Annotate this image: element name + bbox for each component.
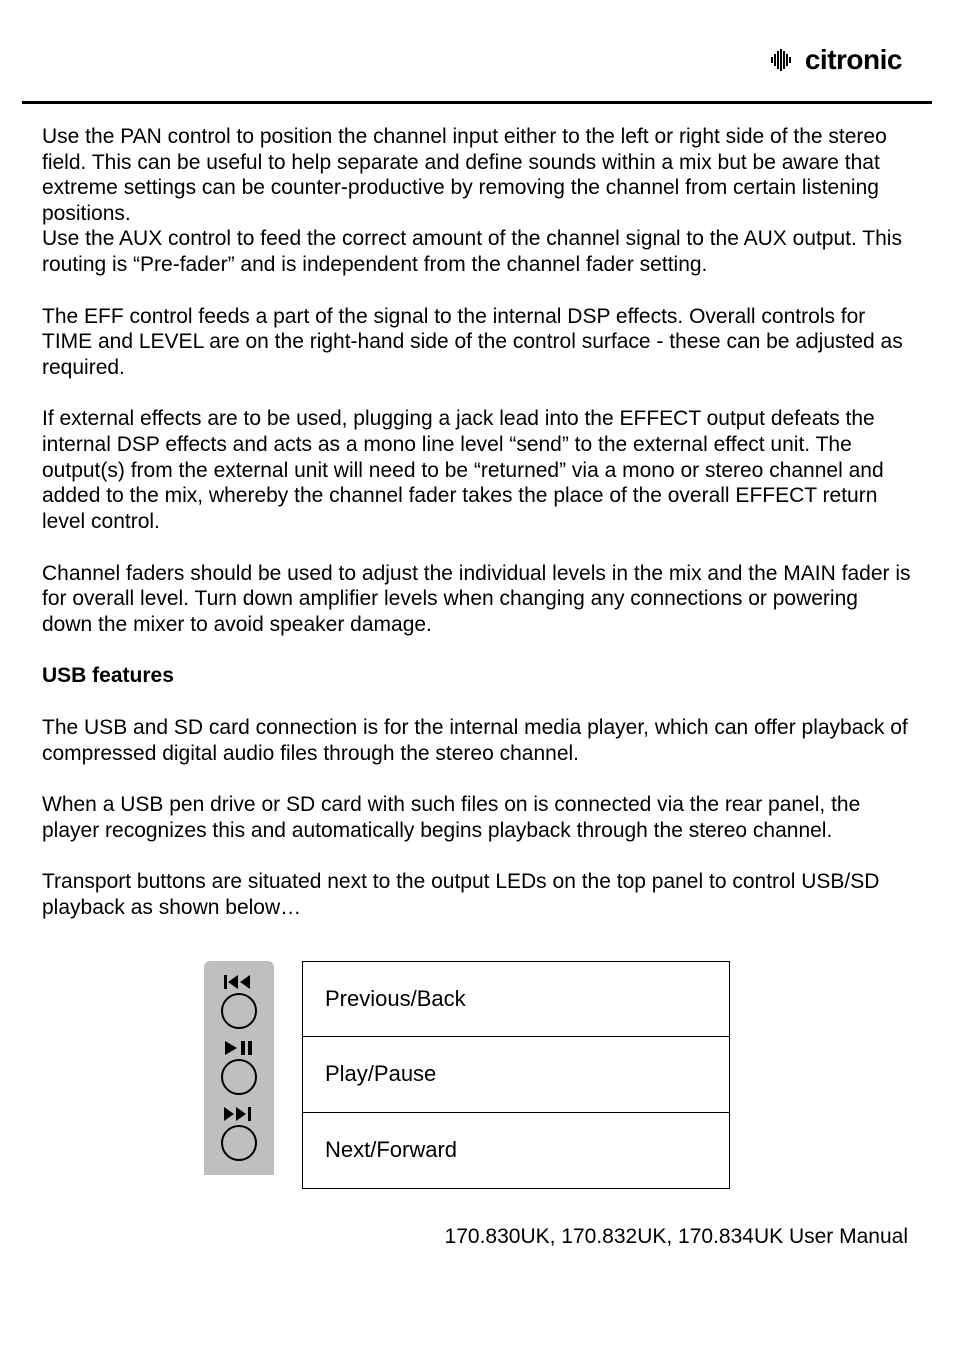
paragraph-aux: Use the AUX control to feed the correct … (42, 226, 912, 277)
play-pause-button-diagram (221, 1039, 257, 1105)
paragraph-usb-sd: The USB and SD card connection is for th… (42, 715, 912, 766)
skip-forward-icon (224, 1105, 254, 1123)
brand-logo: citronic (771, 44, 902, 76)
paragraph-transport-intro: Transport buttons are situated next to t… (42, 869, 912, 920)
next-button-diagram (221, 1105, 257, 1171)
horizontal-rule (22, 101, 932, 104)
table-row: Next/Forward (303, 1113, 730, 1189)
button-circle (221, 993, 257, 1029)
button-circle (221, 1059, 257, 1095)
section-heading-usb: USB features (42, 663, 912, 689)
play-pause-icon (225, 1039, 253, 1057)
previous-button-diagram (221, 973, 257, 1039)
table-row: Play/Pause (303, 1037, 730, 1113)
skip-back-icon (224, 973, 254, 991)
label-next: Next/Forward (303, 1113, 730, 1189)
waveform-icon (771, 49, 799, 71)
paragraph-external-effects: If external effects are to be used, plug… (42, 406, 912, 534)
paragraph-faders: Channel faders should be used to adjust … (42, 561, 912, 638)
table-row: Previous/Back (303, 961, 730, 1037)
transport-button-panel (204, 961, 274, 1175)
transport-labels-table: Previous/Back Play/Pause Next/Forward (302, 961, 730, 1189)
paragraph-usb-autoplay: When a USB pen drive or SD card with suc… (42, 792, 912, 843)
footer-text: 170.830UK, 170.832UK, 170.834UK User Man… (445, 1225, 908, 1249)
button-circle (221, 1125, 257, 1161)
brand-name: citronic (805, 44, 902, 76)
paragraph-eff: The EFF control feeds a part of the sign… (42, 304, 912, 381)
paragraph-pan: Use the PAN control to position the chan… (42, 124, 912, 226)
label-play: Play/Pause (303, 1037, 730, 1113)
label-previous: Previous/Back (303, 961, 730, 1037)
